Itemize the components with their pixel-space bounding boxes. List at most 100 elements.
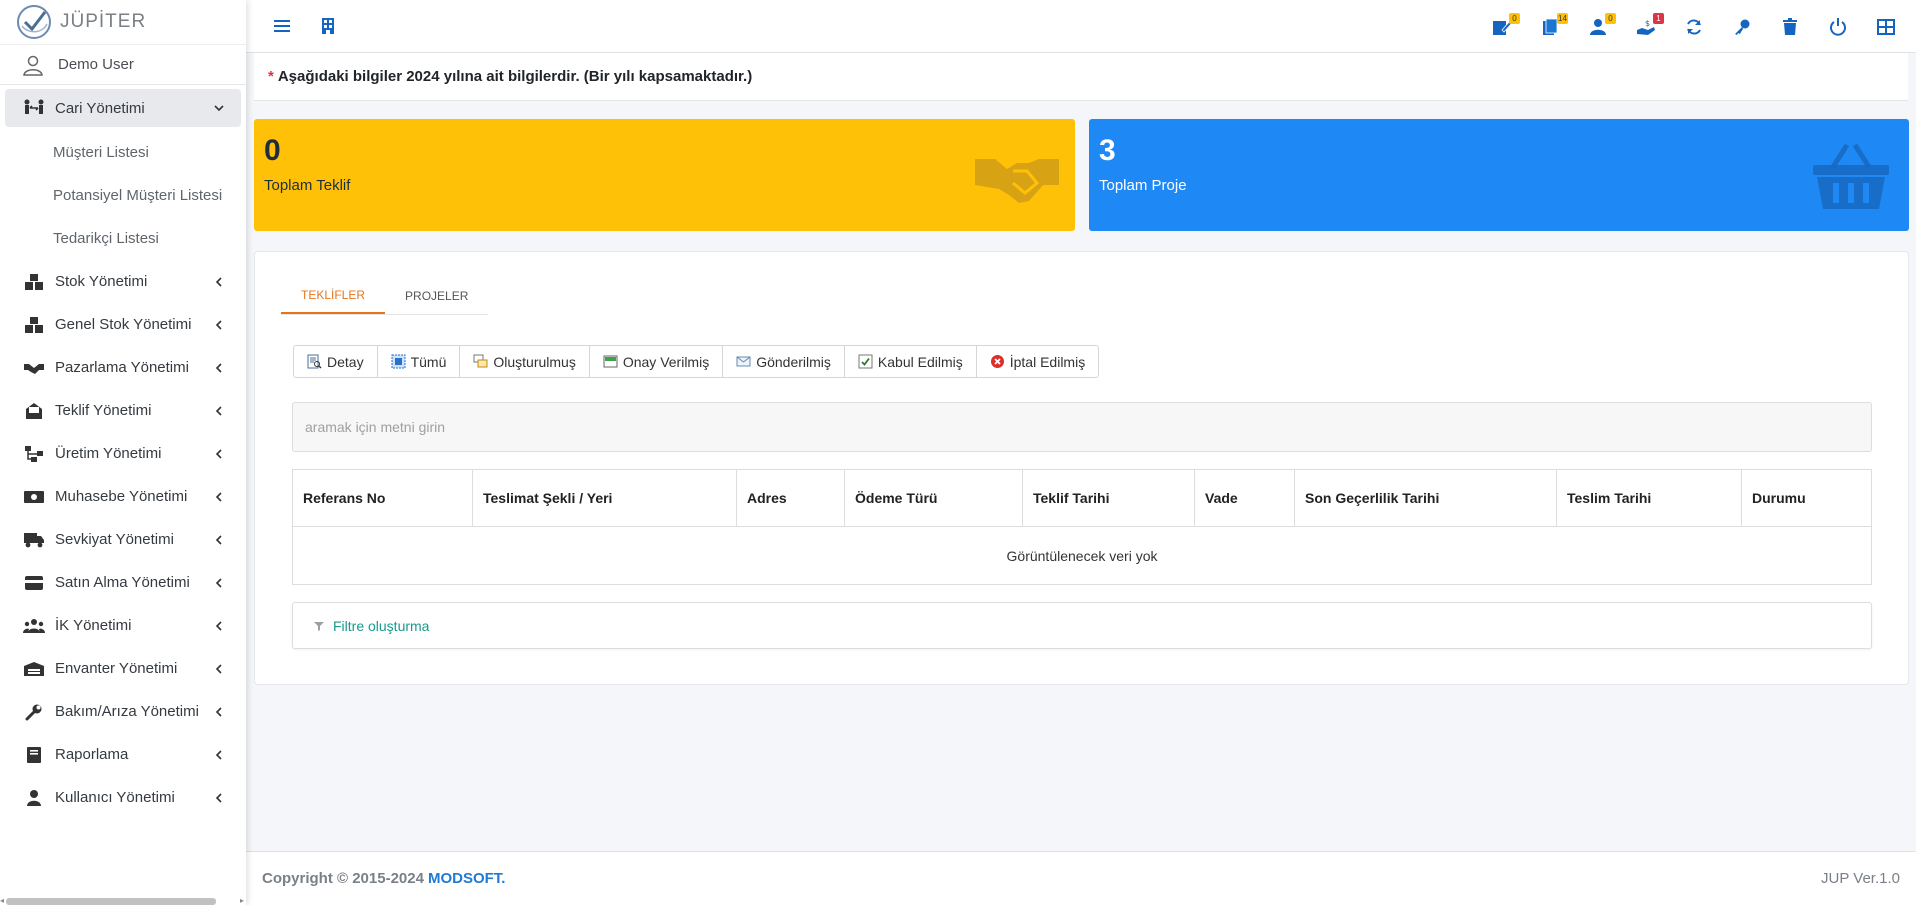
sidebar-item-label: Üretim Yönetimi <box>55 445 162 462</box>
modsoft-link[interactable]: MODSOFT. <box>428 870 506 887</box>
sidebar-item-envanter[interactable]: Envanter Yönetimi <box>5 647 241 690</box>
total-offers-box[interactable]: 0 Toplam Teklif <box>254 119 1075 231</box>
tab-projeler[interactable]: PROJELER <box>385 278 488 314</box>
chevron-left-icon <box>215 491 222 502</box>
handshake-icon <box>975 159 1059 203</box>
search-input[interactable]: aramak için metni girin <box>292 402 1872 452</box>
refresh-icon[interactable] <box>1682 15 1706 39</box>
sidebar-item-sevkiyat[interactable]: Sevkiyat Yönetimi <box>5 518 241 561</box>
sidebar-item-ik[interactable]: İK Yönetimi <box>5 604 241 647</box>
chevron-left-icon <box>215 405 222 416</box>
sidebar-subitem-musteri[interactable]: Müşteri Listesi <box>5 131 241 174</box>
sidebar-item-label: Genel Stok Yönetimi <box>55 316 192 333</box>
cancelled-button[interactable]: İptal Edilmiş <box>977 346 1098 377</box>
hand-dollar-icon[interactable]: $ 1 <box>1634 12 1664 39</box>
task-badge: 0 <box>1509 12 1520 24</box>
sidebar-item-pazarlama[interactable]: Pazarlama Yönetimi <box>5 346 241 389</box>
sidebar: JÜPİTER Demo User Cari Yönetimi Müşteri … <box>0 0 246 905</box>
documents-icon[interactable]: 14 <box>1538 12 1568 39</box>
chevron-left-icon <box>215 620 222 631</box>
all-button[interactable]: Tümü <box>378 346 461 377</box>
sidebar-item-label: Bakım/Arıza Yönetimi <box>55 703 199 720</box>
cancelled-button-label: İptal Edilmiş <box>1009 353 1086 370</box>
scroll-left-arrow-icon[interactable]: ◂ <box>0 896 4 905</box>
sidebar-item-bakim[interactable]: Bakım/Arıza Yönetimi <box>5 690 241 733</box>
sidebar-subitem-tedarikci[interactable]: Tedarikçi Listesi <box>5 217 241 260</box>
select-all-icon <box>391 354 406 369</box>
truck-icon <box>23 531 45 549</box>
column-header-odeme[interactable]: Ödeme Türü <box>845 470 1023 526</box>
envelope-open-icon <box>23 402 45 420</box>
windows-stack-icon <box>473 354 488 368</box>
progress-bar-icon <box>603 355 618 368</box>
sidebar-item-stok[interactable]: Stok Yönetimi <box>5 260 241 303</box>
accepted-button[interactable]: Kabul Edilmiş <box>845 346 977 377</box>
sidebar-item-genel-stok[interactable]: Genel Stok Yönetimi <box>5 303 241 346</box>
svg-text:$: $ <box>1645 19 1650 28</box>
checkbox-icon <box>858 354 873 369</box>
grid-apps-icon[interactable] <box>1874 15 1898 39</box>
user-approval-icon[interactable]: 0 <box>1586 12 1616 39</box>
brand[interactable]: JÜPİTER <box>0 0 246 45</box>
sidebar-item-label: Kullanıcı Yönetimi <box>55 789 175 806</box>
sent-button[interactable]: Gönderilmiş <box>723 346 845 377</box>
grid-header-row: Referans No Teslimat Şekli / Yeri Adres … <box>293 470 1871 527</box>
sidebar-item-satin-alma[interactable]: Satın Alma Yönetimi <box>5 561 241 604</box>
trash-icon[interactable] <box>1778 15 1802 39</box>
scroll-right-arrow-icon[interactable]: ▸ <box>240 896 244 905</box>
topbar: 0 14 0 $ 1 <box>246 0 1916 53</box>
sidebar-subitem-potansiyel[interactable]: Potansiyel Müşteri Listesi <box>5 174 241 217</box>
chevron-left-icon <box>215 663 222 674</box>
book-icon <box>23 746 45 764</box>
sidebar-item-cari[interactable]: Cari Yönetimi <box>5 89 241 127</box>
sidebar-item-label: Raporlama <box>55 746 129 763</box>
total-projects-label: Toplam Proje <box>1099 177 1187 194</box>
jupiter-logo-icon <box>17 5 51 39</box>
column-header-adres[interactable]: Adres <box>737 470 845 526</box>
column-header-teslim-tarihi[interactable]: Teslim Tarihi <box>1557 470 1742 526</box>
column-header-durumu[interactable]: Durumu <box>1742 470 1871 526</box>
sidebar-item-uretim[interactable]: Üretim Yönetimi <box>5 432 241 475</box>
boxes-icon <box>23 316 45 334</box>
detail-button[interactable]: Detay <box>294 346 378 377</box>
boxes-icon <box>23 273 45 291</box>
user-name: Demo User <box>58 56 134 73</box>
column-header-teklif-tarihi[interactable]: Teklif Tarihi <box>1023 470 1195 526</box>
column-header-referans[interactable]: Referans No <box>293 470 473 526</box>
cancel-circle-icon <box>990 355 1004 368</box>
handshake-icon <box>23 359 45 377</box>
sidebar-item-label: Teklif Yönetimi <box>55 402 152 419</box>
column-header-vade[interactable]: Vade <box>1195 470 1295 526</box>
sidebar-item-raporlama[interactable]: Raporlama <box>5 733 241 776</box>
building-icon[interactable] <box>316 14 340 38</box>
total-offers-value: 0 <box>264 134 281 167</box>
total-projects-box[interactable]: 3 Toplam Proje <box>1089 119 1909 231</box>
created-button[interactable]: Oluşturulmuş <box>460 346 590 377</box>
offers-grid: Referans No Teslimat Şekli / Yeri Adres … <box>292 469 1872 585</box>
sidebar-item-kullanici[interactable]: Kullanıcı Yönetimi <box>5 776 241 819</box>
brand-name: JÜPİTER <box>60 11 147 32</box>
approved-button[interactable]: Onay Verilmiş <box>590 346 724 377</box>
all-button-label: Tümü <box>410 353 447 370</box>
user-icon <box>23 55 43 76</box>
column-header-son-gecerlilik[interactable]: Son Geçerlilik Tarihi <box>1295 470 1557 526</box>
hamburger-menu-icon[interactable] <box>270 14 294 38</box>
user-panel[interactable]: Demo User <box>0 45 246 85</box>
chevron-left-icon <box>215 448 222 459</box>
sitemap-icon <box>23 445 45 463</box>
tab-teklifler[interactable]: TEKLİFLER <box>281 278 386 314</box>
filter-builder[interactable]: Filtre oluşturma <box>292 602 1872 649</box>
horizontal-scrollbar[interactable] <box>6 898 216 905</box>
task-edit-icon[interactable]: 0 <box>1490 12 1520 39</box>
wrench-icon <box>23 703 45 721</box>
key-icon[interactable] <box>1730 15 1754 39</box>
column-header-teslimat[interactable]: Teslimat Şekli / Yeri <box>473 470 737 526</box>
footer: Copyright © 2015-2024 MODSOFT. JUP Ver.1… <box>246 851 1916 905</box>
sidebar-menu: Cari Yönetimi Müşteri Listesi Potansiyel… <box>0 85 246 819</box>
chevron-left-icon <box>215 362 222 373</box>
sidebar-item-teklif[interactable]: Teklif Yönetimi <box>5 389 241 432</box>
power-icon[interactable] <box>1826 15 1850 39</box>
sidebar-item-muhasebe[interactable]: Muhasebe Yönetimi <box>5 475 241 518</box>
sent-button-label: Gönderilmiş <box>756 353 831 370</box>
chevron-left-icon <box>215 319 222 330</box>
